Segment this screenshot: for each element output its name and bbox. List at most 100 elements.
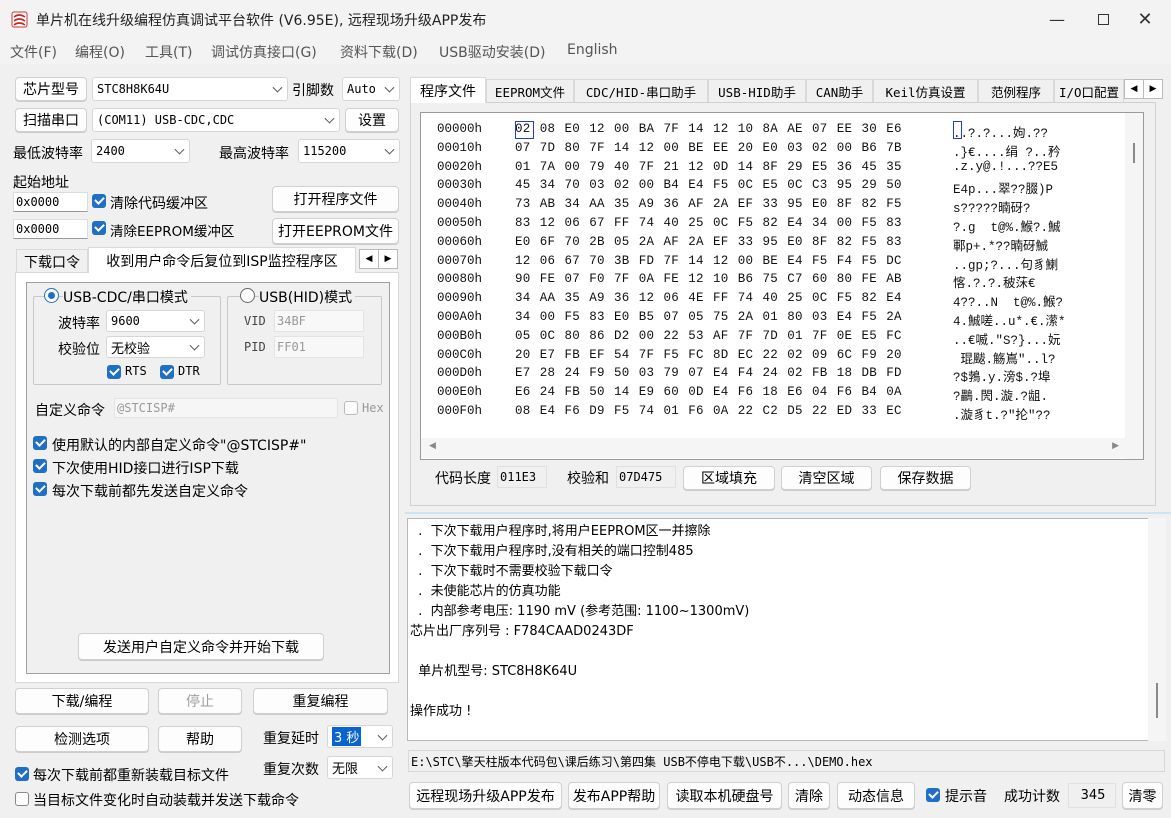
help-button[interactable]: 帮助: [158, 726, 242, 752]
log-scrollbar[interactable]: [1148, 518, 1166, 741]
hex-horizontal-scrollbar[interactable]: ◀ ▶: [421, 438, 1125, 458]
repeat-delay-label: 重复延时: [263, 731, 319, 747]
reload-file-checkbox[interactable]: [15, 767, 29, 781]
publish-app-button[interactable]: 远程现场升级APP发布: [409, 782, 562, 809]
rts-checkbox[interactable]: [107, 365, 121, 379]
hex-addr: 000D0h: [437, 366, 483, 381]
code-address-input[interactable]: 0x0000: [13, 192, 88, 212]
menu-debug[interactable]: 调试仿真接口(G): [211, 42, 317, 62]
chip-model-select[interactable]: STC8H8K64U: [92, 77, 288, 101]
tab-reset-to-isp[interactable]: 收到用户命令后复位到ISP监控程序区: [88, 247, 356, 273]
send-command-download-button[interactable]: 发送用户自定义命令并开始下载: [78, 633, 324, 660]
scan-port-button[interactable]: 扫描串口: [15, 108, 87, 132]
tab-download-password[interactable]: 下载口令: [16, 249, 88, 273]
menu-file[interactable]: 文件(F): [10, 42, 57, 62]
tab-right-7[interactable]: I/O口配置: [1054, 79, 1124, 103]
clear-eeprom-label: 清除EEPROM缓冲区: [110, 224, 235, 240]
log-line: . 下次下载时不需要校验下载口令: [410, 564, 613, 579]
parity-select[interactable]: 无校验: [106, 336, 205, 358]
send-before-download-label: 每次下载前都先发送自定义命令: [52, 484, 248, 500]
min-baud-value: 2400: [96, 144, 125, 158]
tab-right-1[interactable]: EEPROM文件: [486, 79, 574, 103]
chevron-down-icon: [189, 340, 200, 351]
open-program-button[interactable]: 打开程序文件: [272, 186, 399, 212]
min-baud-label: 最低波特率: [13, 146, 83, 162]
auto-reload-checkbox[interactable]: [15, 792, 29, 806]
file-path-field: E:\STC\擎天柱版本代码包\课后练习\第四集 USB不停电下载\USB不..…: [408, 750, 1165, 772]
maximize-button[interactable]: [1080, 0, 1126, 38]
min-baud-select[interactable]: 2400: [91, 139, 190, 163]
pins-select[interactable]: Auto: [342, 77, 400, 101]
tab-right-2[interactable]: CDC/HID-串口助手: [574, 79, 708, 103]
tab-right-4[interactable]: CAN助手: [806, 79, 873, 103]
clear-eeprom-checkbox[interactable]: [92, 221, 106, 235]
baud-select[interactable]: 9600: [106, 310, 205, 332]
publish-help-button[interactable]: 发布APP帮助: [568, 782, 660, 809]
hex-bytes: 90 FE 07 F0 7F 0A FE 12 10 B6 75 C7 60 8…: [515, 272, 902, 287]
tab-right-3[interactable]: USB-HID助手: [708, 79, 806, 103]
ascii-cursor: [953, 121, 962, 139]
clear-code-checkbox[interactable]: [92, 194, 106, 208]
right-tab-scroll-left-icon[interactable]: ◀: [1124, 79, 1144, 99]
tab-scroll-left-icon[interactable]: ◀: [359, 249, 379, 269]
chip-model-button[interactable]: 芯片型号: [15, 77, 87, 101]
chevron-down-icon: [377, 730, 388, 741]
stop-button[interactable]: 停止: [158, 688, 242, 714]
tab-right-0[interactable]: 程序文件: [410, 77, 486, 103]
hex-ascii: .漩豸t.?"抡"??: [953, 409, 1051, 423]
max-baud-value: 115200: [303, 144, 347, 158]
fill-area-button[interactable]: 区域填充: [683, 466, 775, 490]
menu-download[interactable]: 资料下载(D): [340, 42, 418, 62]
dynamic-info-button[interactable]: 动态信息: [837, 782, 915, 809]
detect-options-button[interactable]: 检测选项: [15, 726, 149, 752]
tab-scroll-right-icon[interactable]: ▶: [378, 249, 398, 269]
title-bar: 单片机在线升级编程仿真调试平台软件 (V6.95E), 远程现场升级APP发布 …: [0, 0, 1171, 38]
tab-right-6[interactable]: 范例程序: [978, 79, 1054, 103]
pid-input[interactable]: FF01: [274, 336, 364, 358]
hid-isp-checkbox[interactable]: [33, 459, 47, 473]
success-count-label: 成功计数: [1004, 789, 1060, 805]
hex-bytes: 34 00 F5 83 E0 B5 07 05 75 2A 01 80 03 E…: [515, 310, 902, 324]
hex-ascii: 4??..N t@%.鯸?: [953, 296, 1064, 311]
port-select[interactable]: (COM11) USB-CDC,CDC: [92, 108, 340, 132]
hex-vertical-scrollbar[interactable]: [1125, 113, 1143, 459]
splitter[interactable]: [405, 512, 1171, 514]
default-command-checkbox[interactable]: [33, 436, 47, 450]
repeat-program-button[interactable]: 重复编程: [253, 688, 388, 714]
hex-checkbox[interactable]: [344, 401, 358, 415]
reset-count-button[interactable]: 清零: [1122, 782, 1163, 809]
repeat-count-select[interactable]: 无限: [327, 756, 393, 779]
menu-english[interactable]: English: [567, 42, 618, 58]
settings-button[interactable]: 设置: [345, 108, 399, 132]
close-button[interactable]: ✕: [1122, 0, 1168, 38]
pid-label: PID: [244, 340, 266, 354]
hex-addr: 000B0h: [437, 328, 483, 343]
custom-command-input[interactable]: @STCISP#: [114, 398, 338, 418]
menu-tools[interactable]: 工具(T): [145, 42, 192, 62]
tab-right-5[interactable]: Keil仿真设置: [873, 79, 978, 103]
chip-model-value: STC8H8K64U: [97, 82, 170, 96]
hex-bytes: 45 34 70 03 02 00 B4 E4 F5 0C E5 0C C3 9…: [515, 178, 902, 193]
hid-mode-radio[interactable]: [240, 288, 255, 303]
hex-ascii: E4p...翠??腏)P: [953, 183, 1054, 198]
right-tab-scroll-right-icon[interactable]: ▶: [1143, 79, 1163, 99]
sound-checkbox[interactable]: [926, 788, 940, 802]
menu-usb-driver[interactable]: USB驱动安装(D): [439, 42, 545, 62]
clear-log-button[interactable]: 清除: [788, 782, 830, 809]
open-eeprom-button[interactable]: 打开EEPROM文件: [272, 218, 399, 244]
minimize-button[interactable]: —: [1034, 0, 1080, 38]
save-data-button[interactable]: 保存数据: [880, 466, 971, 490]
cdc-mode-radio[interactable]: [44, 288, 59, 303]
repeat-delay-select[interactable]: 3 秒: [327, 725, 393, 748]
dtr-checkbox[interactable]: [160, 365, 174, 379]
eeprom-address-input[interactable]: 0x0000: [13, 219, 88, 239]
max-baud-select[interactable]: 115200: [298, 139, 400, 163]
clear-area-button[interactable]: 清空区域: [781, 466, 872, 490]
vid-input[interactable]: 34BF: [274, 310, 364, 332]
repeat-count-value: 无限: [332, 762, 359, 777]
download-program-button[interactable]: 下载/编程: [15, 688, 149, 714]
send-before-download-checkbox[interactable]: [33, 482, 47, 496]
menu-program[interactable]: 编程(O): [75, 42, 125, 62]
read-disk-id-button[interactable]: 读取本机硬盘号: [667, 782, 782, 809]
window-title: 单片机在线升级编程仿真调试平台软件 (V6.95E), 远程现场升级APP发布: [36, 13, 487, 29]
